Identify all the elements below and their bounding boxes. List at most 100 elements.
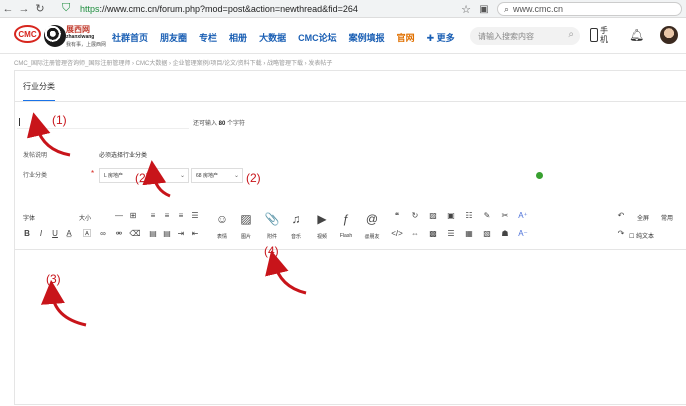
nav-item-friends[interactable]: 朋友圈 xyxy=(160,31,187,44)
undo-icon[interactable]: ↶ xyxy=(615,210,627,222)
page-break-icon[interactable]: ☷ xyxy=(463,210,475,222)
search-icon[interactable]: ⌕ xyxy=(568,29,574,40)
float-left-icon[interactable]: ▤ xyxy=(147,228,159,240)
common-button[interactable]: 常用 xyxy=(661,213,673,222)
star-icon[interactable]: ☆ xyxy=(457,3,475,16)
title-input[interactable] xyxy=(17,115,189,129)
font-size-up-icon[interactable]: A⁺ xyxy=(517,210,529,222)
logo-sub: zhanxiwang xyxy=(66,34,95,40)
link-icon[interactable]: ∞ xyxy=(97,228,109,240)
breadcrumb[interactable]: CMC_国际注册管理咨询师_国际注册管理师 › CMC大数据 › 企业管理案例/… xyxy=(14,58,332,67)
table-icon[interactable]: ⊞ xyxy=(127,210,139,222)
annotation-2a: (2) xyxy=(135,171,150,185)
check-icon xyxy=(536,172,543,179)
flash-button-label[interactable]: Flash xyxy=(334,233,358,239)
nav-item-forum[interactable]: CMC论坛 xyxy=(298,31,337,44)
indent-icon[interactable]: ⇥ xyxy=(175,228,187,240)
video-button-label[interactable]: 视频 xyxy=(310,233,334,240)
phone-label[interactable]: 手机 xyxy=(600,26,610,44)
annotation-3: (3) xyxy=(46,272,61,286)
align-left-icon[interactable]: ≡ xyxy=(147,210,159,222)
pattern-icon[interactable]: ▦ xyxy=(463,228,475,240)
back-icon[interactable]: ← xyxy=(0,1,16,17)
redo-icon[interactable]: ↷ xyxy=(615,228,627,240)
emoji-button-label[interactable]: 表情 xyxy=(210,233,234,240)
attachment-button-label[interactable]: 附件 xyxy=(260,233,284,240)
site-header: CMC 展西网 zhanxiwang 我有事，上展西网 社群首页 朋友圈 专栏 … xyxy=(0,18,686,54)
swirl-logo-icon xyxy=(44,25,66,47)
music-button-label[interactable]: 音乐 xyxy=(284,233,308,240)
hatch-icon[interactable]: ▧ xyxy=(481,228,493,240)
emoji-icon[interactable]: ☺ xyxy=(213,210,231,228)
nav-item-home[interactable]: 社群首页 xyxy=(112,31,148,44)
forward-icon[interactable]: → xyxy=(16,1,32,17)
browser-search-field[interactable]: ⌕ www.cmc.cn xyxy=(497,2,682,16)
resize-icon[interactable]: ⇔ xyxy=(409,228,421,240)
avatar[interactable] xyxy=(660,26,678,44)
list-icon[interactable]: ☰ xyxy=(189,210,201,222)
nav-item-column[interactable]: 专栏 xyxy=(199,31,217,44)
address-bar[interactable]: https://www.cmc.cn/forum.php?mod=post&ac… xyxy=(80,4,358,14)
cmc-logo[interactable]: CMC xyxy=(14,25,41,43)
index-icon[interactable]: ✎ xyxy=(481,210,493,222)
zhanxi-logo[interactable]: 展西网 zhanxiwang 我有事，上展西网 xyxy=(44,23,106,49)
chevron-down-icon: ⌄ xyxy=(179,173,185,179)
notice-value: 必须选择行业分类 xyxy=(99,153,148,159)
image-small-icon[interactable]: ▩ xyxy=(427,228,439,240)
nav-item-cases[interactable]: 案例填报 xyxy=(349,31,385,44)
category-select-secondary[interactable]: 68 房地产 ⌄ xyxy=(191,168,243,183)
required-mark: * xyxy=(91,169,95,178)
image-button-label[interactable]: 图片 xyxy=(234,233,258,240)
annotation-4: (4) xyxy=(264,244,279,258)
bg-color-icon[interactable]: 🄰 xyxy=(81,228,93,240)
font-family-select[interactable]: 字体 xyxy=(23,213,35,222)
underline-icon[interactable]: U xyxy=(49,228,61,240)
plaintext-checkbox[interactable]: ☐ 纯文本 xyxy=(629,231,654,240)
font-color-icon[interactable]: A̲ xyxy=(63,228,75,240)
editor-textarea[interactable] xyxy=(15,249,686,406)
tab-divider xyxy=(15,101,686,102)
ghost-icon[interactable]: ☗ xyxy=(499,228,511,240)
nav-item-more[interactable]: ✚ 更多 xyxy=(427,31,455,44)
quote-icon[interactable]: ❝ xyxy=(391,210,403,222)
annotation-1: (1) xyxy=(52,113,67,127)
reload-icon[interactable]: ↻ xyxy=(32,1,48,17)
password-icon[interactable]: ▣ xyxy=(445,210,457,222)
flash-icon[interactable]: ƒ xyxy=(337,210,355,228)
eraser-icon[interactable]: ⌫ xyxy=(129,228,141,240)
font-size-down-icon[interactable]: A⁻ xyxy=(517,228,529,240)
logo-slogan: 我有事，上展西网 xyxy=(66,42,107,48)
site-search-input[interactable]: 请输入搜索内容 ⌕ xyxy=(470,27,580,45)
free-icon[interactable]: ↻ xyxy=(409,210,421,222)
tool-icon[interactable]: ✂ xyxy=(499,210,511,222)
align-right-icon[interactable]: ≡ xyxy=(175,210,187,222)
subscript-icon[interactable]: ☰ xyxy=(445,228,457,240)
phone-icon[interactable] xyxy=(590,28,598,42)
attachment-icon[interactable]: 📎 xyxy=(263,210,281,228)
music-icon[interactable]: ♫ xyxy=(287,210,305,228)
outdent-icon[interactable]: ⇤ xyxy=(189,228,201,240)
image-icon[interactable]: ▨ xyxy=(237,210,255,228)
unlink-icon[interactable]: ⚮ xyxy=(113,228,125,240)
category-label: 行业分类 xyxy=(23,173,48,179)
tab-industry-category[interactable]: 行业分类 xyxy=(23,81,55,102)
fullscreen-button[interactable]: 全屏 xyxy=(637,213,649,222)
video-icon[interactable]: ▶ xyxy=(313,210,331,228)
italic-icon[interactable]: I xyxy=(35,228,47,240)
shield-icon: ⛉ xyxy=(62,2,71,14)
mention-button-label[interactable]: @朋友 xyxy=(360,233,384,240)
mention-icon[interactable]: @ xyxy=(363,210,381,228)
font-size-select[interactable]: 大小 xyxy=(79,213,91,222)
nav-item-bigdata[interactable]: 大数据 xyxy=(259,31,286,44)
search-icon: ⌕ xyxy=(504,3,510,14)
code-icon[interactable]: </> xyxy=(391,228,403,240)
bell-icon[interactable]: 🔔︎ xyxy=(629,28,644,42)
bold-icon[interactable]: B xyxy=(21,228,33,240)
float-right-icon[interactable]: ▤ xyxy=(161,228,173,240)
extensions-icon[interactable]: ▣ xyxy=(475,4,493,15)
hr-icon[interactable]: — xyxy=(113,210,125,222)
nav-item-official[interactable]: 官网 xyxy=(397,31,415,44)
nav-item-album[interactable]: 相册 xyxy=(229,31,247,44)
align-center-icon[interactable]: ≡ xyxy=(161,210,173,222)
hide-icon[interactable]: ▨ xyxy=(427,210,439,222)
